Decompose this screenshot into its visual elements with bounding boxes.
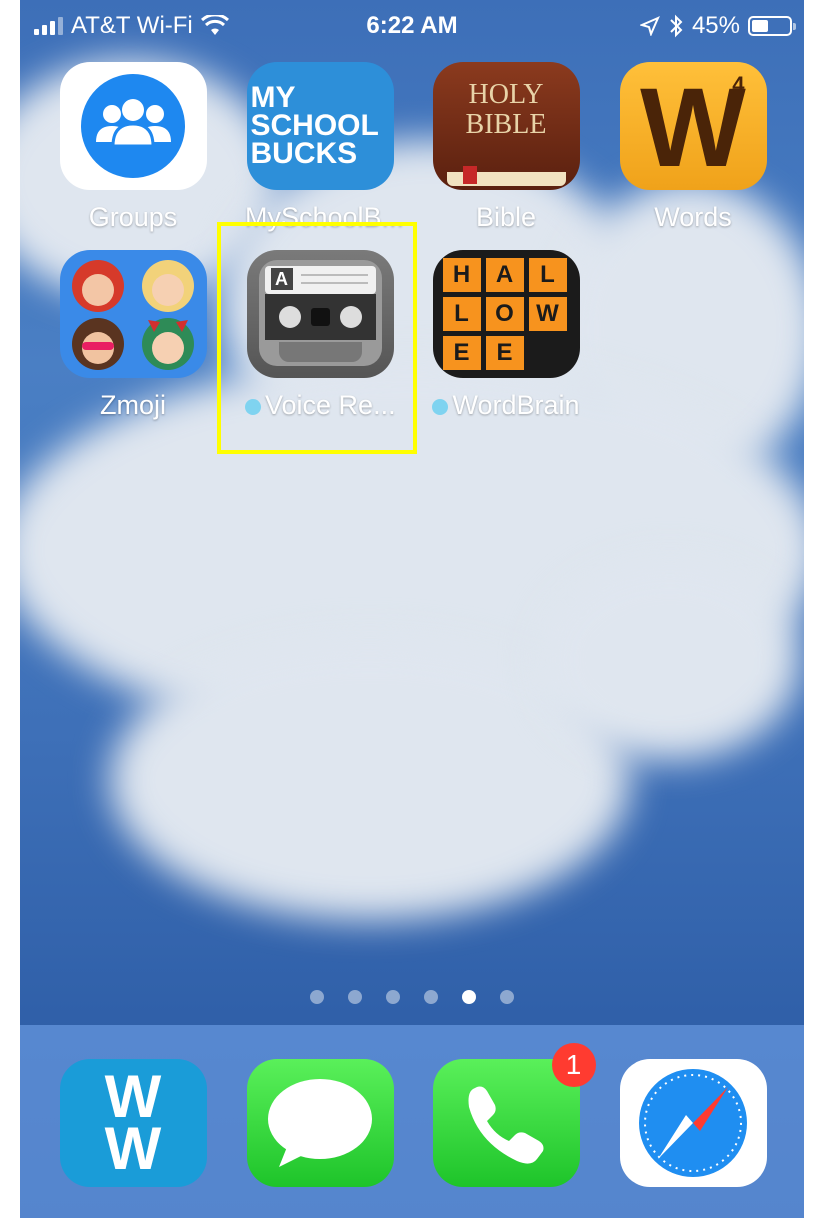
page-dot[interactable] bbox=[310, 990, 324, 1004]
dock: W W 1 bbox=[20, 1025, 804, 1218]
page-indicator[interactable] bbox=[20, 990, 804, 1004]
app-zmoji[interactable]: Zmoji bbox=[58, 250, 208, 421]
app-label: Groups bbox=[88, 202, 178, 232]
app-wordbrain[interactable]: HALLOWEE WordBrain bbox=[431, 250, 581, 421]
bible-icon: HOLY BIBLE bbox=[432, 62, 580, 190]
letter-tile: A bbox=[485, 258, 524, 292]
safari-icon bbox=[619, 1059, 767, 1187]
groups-icon bbox=[59, 62, 207, 190]
cloud-decoration bbox=[540, 560, 800, 760]
letter-tile: H bbox=[442, 258, 481, 292]
app-words[interactable]: W 4 Words bbox=[618, 62, 768, 233]
status-bar: AT&T Wi-Fi 6:22 AM 45% bbox=[20, 0, 804, 52]
icon-text: W bbox=[104, 1115, 162, 1182]
dock-ww[interactable]: W W bbox=[58, 1059, 208, 1187]
page-dot[interactable] bbox=[500, 990, 514, 1004]
words-tile-score: 4 bbox=[732, 72, 745, 97]
battery-percent: 45% bbox=[691, 12, 740, 39]
app-myschoolbucks[interactable]: MY SCHOOL BUCKS MySchoolB... bbox=[245, 62, 404, 233]
letter-tile: W bbox=[528, 297, 567, 331]
letter-tile: L bbox=[528, 258, 567, 292]
home-screen: AT&T Wi-Fi 6:22 AM 45% Groups MY SCHOOL … bbox=[20, 0, 804, 1218]
page-dot[interactable] bbox=[462, 990, 476, 1004]
icon-text: BUCKS bbox=[250, 137, 358, 170]
page-dot[interactable] bbox=[386, 990, 400, 1004]
icon-text: HOLY bbox=[468, 79, 544, 110]
battery-icon bbox=[748, 16, 796, 36]
zmoji-icon bbox=[59, 250, 207, 378]
letter-tile: O bbox=[485, 297, 524, 331]
bluetooth-icon bbox=[670, 14, 683, 38]
app-label: WordBrain bbox=[431, 390, 581, 421]
dock-phone[interactable]: 1 bbox=[431, 1043, 596, 1187]
icon-text: MY bbox=[250, 81, 296, 114]
dock-safari[interactable] bbox=[618, 1059, 768, 1187]
page-dot[interactable] bbox=[424, 990, 438, 1004]
icon-text: SCHOOL bbox=[250, 109, 379, 142]
page-dot[interactable] bbox=[348, 990, 362, 1004]
notification-badge: 1 bbox=[551, 1043, 596, 1087]
app-label: Bible bbox=[475, 202, 537, 232]
new-app-dot bbox=[432, 398, 449, 415]
words-icon: W 4 bbox=[619, 62, 767, 190]
app-bible[interactable]: HOLY BIBLE Bible bbox=[431, 62, 581, 233]
app-groups[interactable]: Groups bbox=[58, 62, 208, 233]
battery-fill bbox=[752, 20, 769, 32]
icon-text: BIBLE bbox=[465, 109, 547, 140]
messages-icon bbox=[246, 1059, 394, 1187]
app-label: Words bbox=[654, 202, 732, 232]
location-icon bbox=[639, 16, 660, 36]
letter-tile: E bbox=[442, 336, 481, 370]
app-label-text: WordBrain bbox=[452, 390, 580, 420]
dock-messages[interactable] bbox=[245, 1059, 395, 1187]
wordbrain-icon: HALLOWEE bbox=[432, 250, 580, 378]
myschoolbucks-icon: MY SCHOOL BUCKS bbox=[246, 62, 394, 190]
selection-highlight bbox=[217, 222, 417, 454]
wordbrain-tiles: HALLOWEE bbox=[442, 258, 571, 370]
letter-tile: L bbox=[442, 297, 481, 331]
ww-icon: W W bbox=[59, 1059, 207, 1187]
app-label: Zmoji bbox=[100, 390, 166, 420]
phone-icon: 1 bbox=[432, 1043, 596, 1187]
letter-tile: E bbox=[485, 336, 524, 370]
